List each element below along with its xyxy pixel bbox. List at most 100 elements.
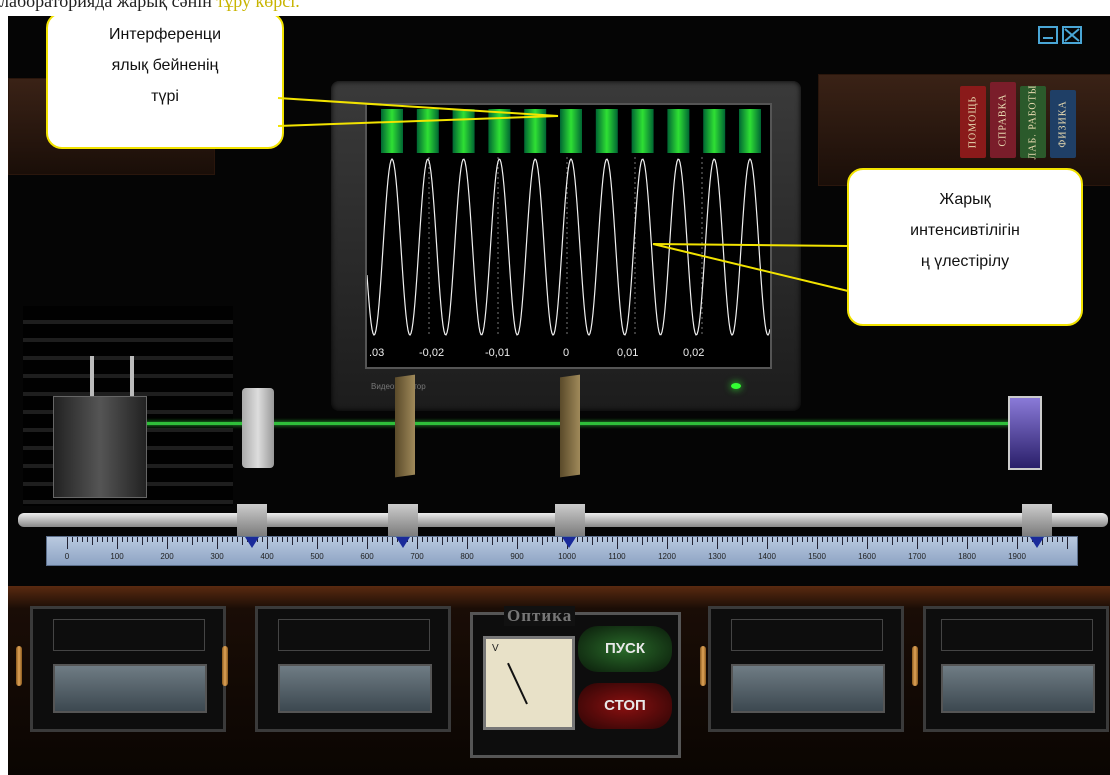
scale-tick bbox=[837, 537, 838, 542]
scale-tick bbox=[347, 537, 348, 542]
scale-tick bbox=[922, 537, 923, 542]
scale-tick bbox=[652, 537, 653, 542]
scale-tick bbox=[692, 537, 693, 545]
x-tick-label: 0 bbox=[563, 347, 570, 359]
scale-tick bbox=[432, 537, 433, 542]
diffraction-grating-2[interactable] bbox=[560, 374, 580, 478]
scale-label: 1500 bbox=[808, 552, 826, 561]
rail-carriage[interactable] bbox=[388, 504, 418, 538]
scale-tick bbox=[557, 537, 558, 542]
scale-tick bbox=[72, 537, 73, 542]
scale-tick bbox=[742, 537, 743, 545]
scale-tick bbox=[642, 537, 643, 545]
drawer-handle[interactable] bbox=[912, 646, 918, 686]
voltmeter-needle bbox=[507, 662, 528, 705]
scale-tick bbox=[102, 537, 103, 542]
minimize-button[interactable] bbox=[1038, 26, 1058, 44]
scale-tick bbox=[177, 537, 178, 542]
book-help[interactable]: ПОМОЩЬ bbox=[960, 86, 986, 158]
scale-tick bbox=[82, 537, 83, 542]
scale-tick bbox=[337, 537, 338, 542]
scale-tick bbox=[362, 537, 363, 542]
scale-tick bbox=[932, 537, 933, 542]
scale-tick bbox=[937, 537, 938, 542]
scale-tick bbox=[822, 537, 823, 542]
scale-tick bbox=[77, 537, 78, 542]
scale-tick bbox=[792, 537, 793, 545]
interference-fringe bbox=[631, 109, 654, 153]
scale-tick bbox=[307, 537, 308, 542]
scale-tick bbox=[662, 537, 663, 542]
drawer-3[interactable] bbox=[708, 606, 904, 732]
position-marker bbox=[562, 537, 576, 548]
scale-tick bbox=[602, 537, 603, 542]
drawer-handle[interactable] bbox=[222, 646, 228, 686]
scale-tick bbox=[1022, 537, 1023, 542]
scale-tick bbox=[127, 537, 128, 542]
start-button[interactable]: ПУСК bbox=[578, 626, 672, 672]
interference-fringe bbox=[703, 109, 726, 153]
scale-tick bbox=[217, 537, 218, 549]
scale-label: 1700 bbox=[908, 552, 926, 561]
callout-pointer bbox=[652, 243, 849, 292]
scale-tick bbox=[552, 537, 553, 542]
scale-tick bbox=[442, 537, 443, 545]
interference-fringe bbox=[667, 109, 690, 153]
scale-tick bbox=[447, 537, 448, 542]
scale-tick bbox=[317, 537, 318, 549]
slit-holder[interactable] bbox=[242, 388, 274, 468]
scale-tick bbox=[982, 537, 983, 542]
drawer-4[interactable] bbox=[923, 606, 1109, 732]
callout-pointer bbox=[277, 97, 559, 127]
stop-button[interactable]: СТОП bbox=[578, 683, 672, 729]
rail-carriage[interactable] bbox=[555, 504, 585, 538]
scale-tick bbox=[942, 537, 943, 545]
scale-tick bbox=[542, 537, 543, 545]
rail-carriage[interactable] bbox=[1022, 504, 1052, 538]
book-lab-works[interactable]: ЛАБ. РАБОТЫ bbox=[1020, 85, 1046, 159]
scale-tick bbox=[517, 537, 518, 549]
laser-source[interactable] bbox=[53, 396, 147, 498]
drawer-handle[interactable] bbox=[16, 646, 22, 686]
diffraction-grating-1[interactable] bbox=[395, 374, 415, 478]
scale-tick bbox=[1062, 537, 1063, 542]
scale-tick bbox=[732, 537, 733, 542]
scale-tick bbox=[457, 537, 458, 542]
position-marker bbox=[396, 537, 410, 548]
scale-tick bbox=[487, 537, 488, 542]
scale-tick bbox=[712, 537, 713, 542]
close-button[interactable] bbox=[1062, 26, 1082, 44]
drawer-4-symbols bbox=[941, 619, 1093, 651]
drawer-1[interactable] bbox=[30, 606, 226, 732]
scale-tick bbox=[112, 537, 113, 542]
scale-tick bbox=[782, 537, 783, 542]
scale-tick bbox=[267, 537, 268, 549]
scale-tick bbox=[947, 537, 948, 542]
scale-tick bbox=[817, 537, 818, 549]
scale-tick bbox=[977, 537, 978, 542]
scale-tick bbox=[387, 537, 388, 542]
scale-tick bbox=[497, 537, 498, 542]
scale-tick bbox=[722, 537, 723, 542]
scale-tick bbox=[992, 537, 993, 545]
scale-tick bbox=[872, 537, 873, 542]
top-caption: лабораторияда жарық сәнін тұру көрсі. bbox=[0, 0, 300, 11]
scale-tick bbox=[187, 537, 188, 542]
scale-tick bbox=[622, 537, 623, 542]
scale-tick bbox=[702, 537, 703, 542]
book-reference[interactable]: СПРАВКА bbox=[990, 82, 1016, 158]
scale-tick bbox=[262, 537, 263, 542]
drawer-handle[interactable] bbox=[700, 646, 706, 686]
scale-tick bbox=[452, 537, 453, 542]
scale-label: 1000 bbox=[558, 552, 576, 561]
drawer-2[interactable] bbox=[255, 606, 451, 732]
rail-carriage[interactable] bbox=[237, 504, 267, 538]
scale-tick bbox=[1002, 537, 1003, 542]
scale-tick bbox=[877, 537, 878, 542]
book-physics[interactable]: ФИЗИКА bbox=[1050, 90, 1076, 158]
photodetector[interactable] bbox=[1008, 396, 1042, 470]
scale-tick bbox=[472, 537, 473, 542]
drawer-3-symbols bbox=[731, 619, 883, 651]
scale-label: 1400 bbox=[758, 552, 776, 561]
scale-label: 1300 bbox=[708, 552, 726, 561]
